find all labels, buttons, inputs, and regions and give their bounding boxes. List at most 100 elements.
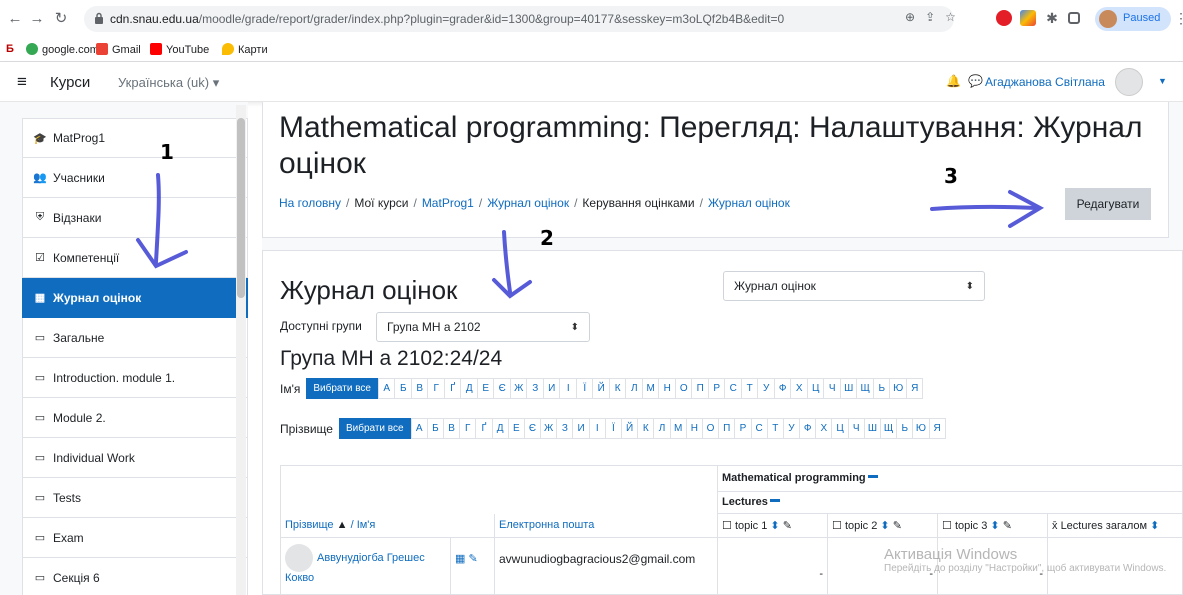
bookmark-star-icon[interactable]: ☆ xyxy=(945,10,956,24)
opera-extension-icon[interactable] xyxy=(996,10,1012,26)
letter-filter-33[interactable]: Я xyxy=(905,379,923,398)
letter-filter-27[interactable]: Ц xyxy=(831,419,847,438)
sort-email-link[interactable]: Електронна пошта xyxy=(499,519,594,531)
bookmark-gmail[interactable]: Gmail xyxy=(96,43,141,56)
letter-filter-6[interactable]: Д xyxy=(460,379,477,398)
sidebar-item-participants[interactable]: 👥 Учасники xyxy=(22,158,248,198)
letter-filter-30[interactable]: Щ xyxy=(880,419,896,438)
letter-filter-4[interactable]: Г xyxy=(427,379,444,398)
edit-mode-button[interactable]: Редагувати xyxy=(1065,188,1151,220)
letter-filter-32[interactable]: Ю xyxy=(889,379,906,398)
sidebar-item-section6[interactable]: ▭ Секція 6 xyxy=(22,558,248,595)
letter-filter-27[interactable]: Ц xyxy=(806,379,824,398)
letter-filter-29[interactable]: Ш xyxy=(839,379,857,398)
reload-icon[interactable]: ↻ xyxy=(52,10,70,28)
letter-filter-8[interactable]: Є xyxy=(493,379,510,398)
letter-filter-5[interactable]: Ґ xyxy=(443,379,461,398)
letter-filter-24[interactable]: У xyxy=(782,419,799,438)
letter-filter-31[interactable]: Ь xyxy=(872,379,890,398)
letter-filter-24[interactable]: У xyxy=(757,379,774,398)
letter-filter-3[interactable]: В xyxy=(442,419,459,438)
topic2-label[interactable]: topic 2 xyxy=(845,520,877,532)
sidebar-item-individual-work[interactable]: ▭ Individual Work xyxy=(22,438,248,478)
letter-filter-29[interactable]: Ш xyxy=(863,419,880,438)
letter-filter-1[interactable]: А xyxy=(377,379,395,398)
letter-filter-4[interactable]: Г xyxy=(459,419,475,438)
sidebar-item-gradebook[interactable]: ▦ Журнал оцінок xyxy=(22,278,248,318)
sort-toggle-icon[interactable]: ⬍ xyxy=(770,520,779,532)
letter-filter-19[interactable]: О xyxy=(701,419,718,438)
sidebar-item-tests[interactable]: ▭ Tests xyxy=(22,478,248,518)
pencil-icon[interactable]: ✎ xyxy=(893,520,902,532)
pencil-icon[interactable]: ✎ xyxy=(1003,520,1012,532)
sidebar-item-badges[interactable]: ⛨ Відзнаки xyxy=(22,198,248,238)
letter-filter-10[interactable]: З xyxy=(556,419,572,438)
letter-filter-33[interactable]: Я xyxy=(928,419,945,438)
letter-filter-28[interactable]: Ч xyxy=(847,419,864,438)
letter-filter-12[interactable]: І xyxy=(588,419,605,438)
letter-filter-14[interactable]: Й xyxy=(621,419,637,438)
grade-cell-topic1[interactable]: - xyxy=(718,538,828,595)
grades-table-icon[interactable]: ▦ xyxy=(455,553,465,565)
letter-filter-18[interactable]: Н xyxy=(658,379,675,398)
letter-filter-2[interactable]: Б xyxy=(394,379,411,398)
letter-filter-2[interactable]: Б xyxy=(426,419,443,438)
letter-filter-3[interactable]: В xyxy=(410,379,428,398)
sort-surname-link[interactable]: Прізвище xyxy=(285,519,334,531)
user-avatar[interactable] xyxy=(1115,68,1143,96)
letter-filter-26[interactable]: Х xyxy=(790,379,807,398)
letter-filter-6[interactable]: Д xyxy=(491,419,508,438)
sidebar-item-general[interactable]: ▭ Загальне xyxy=(22,318,248,358)
bookmark-b-icon[interactable]: Б xyxy=(6,43,14,55)
letter-filter-15[interactable]: К xyxy=(608,379,626,398)
colorful-extension-icon[interactable] xyxy=(1020,10,1036,26)
back-arrow-icon[interactable]: ← xyxy=(6,10,24,28)
sidebar-item-competencies[interactable]: ☑ Компетенції xyxy=(22,238,248,278)
letter-filter-23[interactable]: Т xyxy=(740,379,758,398)
letter-filter-16[interactable]: Л xyxy=(625,379,642,398)
letter-filter-30[interactable]: Щ xyxy=(856,379,873,398)
letter-filter-17[interactable]: М xyxy=(669,419,686,438)
breadcrumb-gradebook[interactable]: Журнал оцінок xyxy=(487,196,569,210)
letter-filter-16[interactable]: Л xyxy=(653,419,669,438)
bookmark-youtube[interactable]: YouTube xyxy=(150,43,209,56)
letter-filter-14[interactable]: Й xyxy=(592,379,609,398)
sidebar-item-introduction[interactable]: ▭ Introduction. module 1. xyxy=(22,358,248,398)
breadcrumb-home[interactable]: На головну xyxy=(279,196,341,210)
sidebar-scrollbar-thumb[interactable] xyxy=(237,118,245,298)
topic1-label[interactable]: topic 1 xyxy=(735,520,767,532)
letter-filter-32[interactable]: Ю xyxy=(912,419,928,438)
extensions-puzzle-icon[interactable]: ✱ xyxy=(1044,10,1060,26)
letter-filter-11[interactable]: И xyxy=(542,379,560,398)
letter-filter-13[interactable]: Ї xyxy=(604,419,621,438)
letter-filter-20[interactable]: П xyxy=(691,379,708,398)
breadcrumb-course[interactable]: MatProg1 xyxy=(422,196,474,210)
bell-icon[interactable]: 🔔 xyxy=(946,74,961,88)
user-name[interactable]: Агаджанова Світлана xyxy=(985,75,1105,89)
breadcrumb-grader-report[interactable]: Журнал оцінок xyxy=(708,196,790,210)
letter-filter-13[interactable]: Ї xyxy=(575,379,593,398)
collapse-icon[interactable] xyxy=(769,499,780,502)
letter-filter-7[interactable]: Е xyxy=(476,379,494,398)
letter-filter-25[interactable]: Ф xyxy=(773,379,791,398)
zoom-icon[interactable]: ⊕ xyxy=(905,10,915,24)
letter-filter-22[interactable]: С xyxy=(750,419,767,438)
profile-button[interactable]: Paused xyxy=(1095,7,1171,31)
letter-filter-5[interactable]: Ґ xyxy=(475,419,491,438)
letter-filter-1[interactable]: А xyxy=(410,419,427,438)
letter-filter-18[interactable]: Н xyxy=(685,419,702,438)
letter-filter-20[interactable]: П xyxy=(718,419,734,438)
bookmark-maps[interactable]: Карти xyxy=(222,43,268,56)
menu-kebab-icon[interactable]: ⋮ xyxy=(1174,10,1183,27)
letter-filter-9[interactable]: Ж xyxy=(509,379,527,398)
letter-filter-12[interactable]: І xyxy=(559,379,576,398)
last-name-select-all-button[interactable]: Вибрати все xyxy=(338,418,411,439)
first-name-select-all-button[interactable]: Вибрати все xyxy=(306,378,378,399)
hamburger-menu-icon[interactable]: ≡ xyxy=(10,70,34,94)
forward-arrow-icon[interactable]: → xyxy=(28,10,46,28)
letter-filter-7[interactable]: Е xyxy=(507,419,524,438)
language-menu[interactable]: Українська (uk) ▾ xyxy=(118,75,219,91)
letter-filter-26[interactable]: Х xyxy=(815,419,831,438)
letter-filter-22[interactable]: С xyxy=(724,379,741,398)
letter-filter-25[interactable]: Ф xyxy=(799,419,815,438)
